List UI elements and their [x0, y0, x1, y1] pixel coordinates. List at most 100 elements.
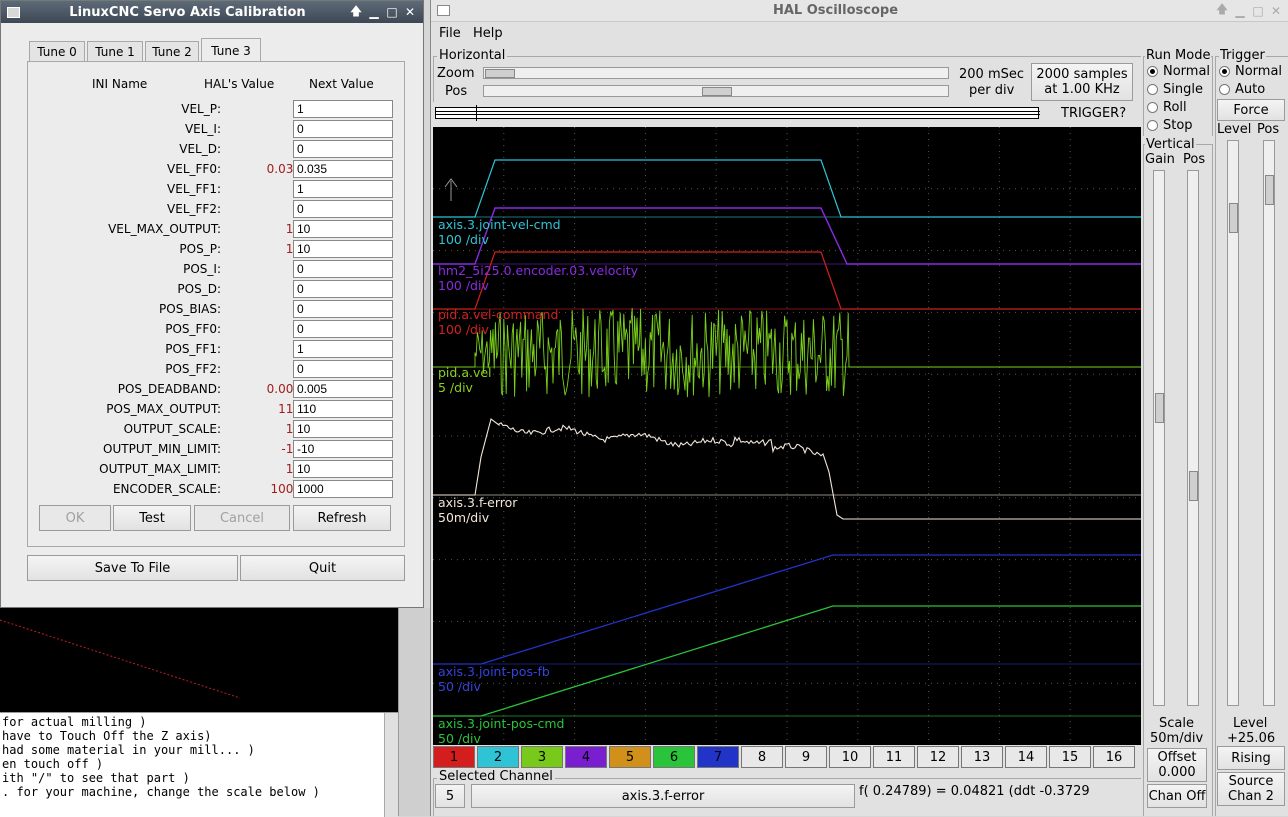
channel-button-7[interactable]: 7 — [697, 746, 739, 768]
ok-button[interactable]: OK — [39, 505, 111, 531]
trigger-source-button[interactable]: Source Chan 2 — [1217, 772, 1285, 806]
maximize-icon[interactable]: □ — [1249, 4, 1267, 18]
next-value-input[interactable] — [293, 420, 393, 438]
channel-button-13[interactable]: 13 — [961, 746, 1003, 768]
tab-tune-3[interactable]: Tune 3 — [201, 38, 261, 62]
force-button[interactable]: Force — [1217, 99, 1285, 121]
channel-button-11[interactable]: 11 — [873, 746, 915, 768]
tab-tune-2[interactable]: Tune 2 — [145, 41, 199, 61]
scope-titlebar[interactable]: HAL Oscilloscope 🡅 ▁ □ ✕ — [431, 0, 1288, 22]
next-value-input[interactable] — [293, 340, 393, 358]
next-value-input[interactable] — [293, 220, 393, 238]
selected-channel-name[interactable]: axis.3.f-error — [471, 784, 855, 808]
trigger-normal[interactable]: Normal — [1219, 64, 1282, 79]
tab-tune-0[interactable]: Tune 0 — [29, 41, 85, 61]
channel-button-4[interactable]: 4 — [565, 746, 607, 768]
next-value-input[interactable] — [293, 320, 393, 338]
hal-oscilloscope-window: HAL Oscilloscope 🡅 ▁ □ ✕ File Help Horiz… — [430, 0, 1288, 816]
channel-button-9[interactable]: 9 — [785, 746, 827, 768]
zoom-slider-knob[interactable] — [485, 69, 515, 78]
next-value-input[interactable] — [293, 200, 393, 218]
source-label: Source — [1228, 774, 1274, 789]
run-mode-normal[interactable]: Normal — [1147, 64, 1210, 79]
trace-label-f-error: axis.3.f-error 50m/div — [438, 495, 517, 525]
run-mode-single[interactable]: Single — [1147, 82, 1203, 97]
offset-button[interactable]: Offset 0.000 — [1147, 748, 1207, 782]
channel-button-10[interactable]: 10 — [829, 746, 871, 768]
radio-label: Roll — [1163, 100, 1187, 115]
channel-button-14[interactable]: 14 — [1005, 746, 1047, 768]
hal-value: 0 — [221, 202, 301, 216]
channel-button-6[interactable]: 6 — [653, 746, 695, 768]
save-to-file-button[interactable]: Save To File — [27, 555, 238, 581]
next-value-input[interactable] — [293, 300, 393, 318]
next-value-input[interactable] — [293, 480, 393, 498]
minimize-icon[interactable]: ▁ — [1231, 4, 1249, 18]
channel-button-12[interactable]: 12 — [917, 746, 959, 768]
next-value-input[interactable] — [293, 260, 393, 278]
quit-button[interactable]: Quit — [240, 555, 405, 581]
vertical-scrollbar[interactable] — [384, 713, 398, 817]
channel-button-16[interactable]: 16 — [1093, 746, 1135, 768]
trace-label-encoder-velocity: hm2_5i25.0.encoder.03.velocity 100 /div — [438, 263, 638, 293]
scope-plot-area[interactable]: axis.3.joint-vel-cmd 100 /div hm2_5i25.0… — [433, 127, 1141, 745]
menu-file[interactable]: File — [439, 26, 461, 41]
calibration-titlebar[interactable]: LinuxCNC Servo Axis Calibration 🡅 ▁ □ ✕ — [1, 1, 423, 23]
refresh-button[interactable]: Refresh — [293, 505, 391, 531]
next-value-input[interactable] — [293, 440, 393, 458]
trigger-level-slider-knob[interactable] — [1229, 203, 1238, 233]
trigger-pos-slider[interactable] — [1263, 140, 1275, 706]
pos-slider-knob[interactable] — [702, 87, 732, 96]
next-value-input[interactable] — [293, 180, 393, 198]
maximize-icon[interactable]: □ — [383, 5, 401, 19]
next-value-input[interactable] — [293, 140, 393, 158]
run-mode-roll[interactable]: Roll — [1147, 100, 1187, 115]
next-value-input[interactable] — [293, 400, 393, 418]
close-icon[interactable]: ✕ — [401, 5, 419, 19]
rising-button[interactable]: Rising — [1217, 746, 1285, 770]
zoom-slider[interactable] — [483, 67, 949, 79]
gain-slider-knob[interactable] — [1155, 393, 1164, 423]
test-button[interactable]: Test — [113, 505, 191, 531]
next-value-input[interactable] — [293, 460, 393, 478]
run-mode-stop[interactable]: Stop — [1147, 118, 1193, 133]
cancel-button[interactable]: Cancel — [194, 505, 290, 531]
gcode-text-area[interactable]: for actual milling ) have to Touch Off t… — [0, 712, 398, 817]
window-menu-icon[interactable] — [7, 6, 20, 18]
next-value-input[interactable] — [293, 240, 393, 258]
channel-button-3[interactable]: 3 — [521, 746, 563, 768]
record-overview[interactable] — [435, 105, 1040, 121]
next-value-input[interactable] — [293, 100, 393, 118]
channel-button-8[interactable]: 8 — [741, 746, 783, 768]
channel-button-2[interactable]: 2 — [477, 746, 519, 768]
next-value-input[interactable] — [293, 360, 393, 378]
trigger-pos-slider-knob[interactable] — [1265, 175, 1274, 205]
channel-button-1[interactable]: 1 — [433, 746, 475, 768]
raise-icon[interactable]: 🡅 — [1213, 0, 1231, 21]
next-value-input[interactable] — [293, 160, 393, 178]
window-menu-icon[interactable] — [437, 5, 450, 16]
vertical-pos-slider-knob[interactable] — [1189, 471, 1198, 501]
next-value-input[interactable] — [293, 280, 393, 298]
minimize-icon[interactable]: ▁ — [365, 5, 383, 19]
chan-off-button[interactable]: Chan Off — [1147, 784, 1207, 808]
radio-icon — [1147, 84, 1158, 95]
hal-value: 1 — [221, 342, 301, 356]
close-icon[interactable]: ✕ — [1267, 4, 1285, 18]
trigger-auto[interactable]: Auto — [1219, 82, 1265, 97]
pos-slider[interactable] — [483, 85, 949, 97]
selected-channel-number[interactable]: 5 — [435, 784, 465, 808]
menu-help[interactable]: Help — [473, 26, 503, 41]
channel-button-5[interactable]: 5 — [609, 746, 651, 768]
channel-button-15[interactable]: 15 — [1049, 746, 1091, 768]
gain-slider[interactable] — [1153, 170, 1165, 706]
next-value-input[interactable] — [293, 120, 393, 138]
samples-button[interactable]: 2000 samples at 1.00 KHz — [1031, 63, 1133, 101]
next-value-input[interactable] — [293, 380, 393, 398]
vertical-pos-slider[interactable] — [1187, 170, 1199, 706]
radio-label: Single — [1163, 82, 1203, 97]
raise-icon[interactable]: 🡅 — [347, 2, 365, 23]
trigger-level-slider[interactable] — [1227, 140, 1239, 706]
tab-tune-1[interactable]: Tune 1 — [87, 41, 143, 61]
hal-value: 0 — [221, 262, 301, 276]
